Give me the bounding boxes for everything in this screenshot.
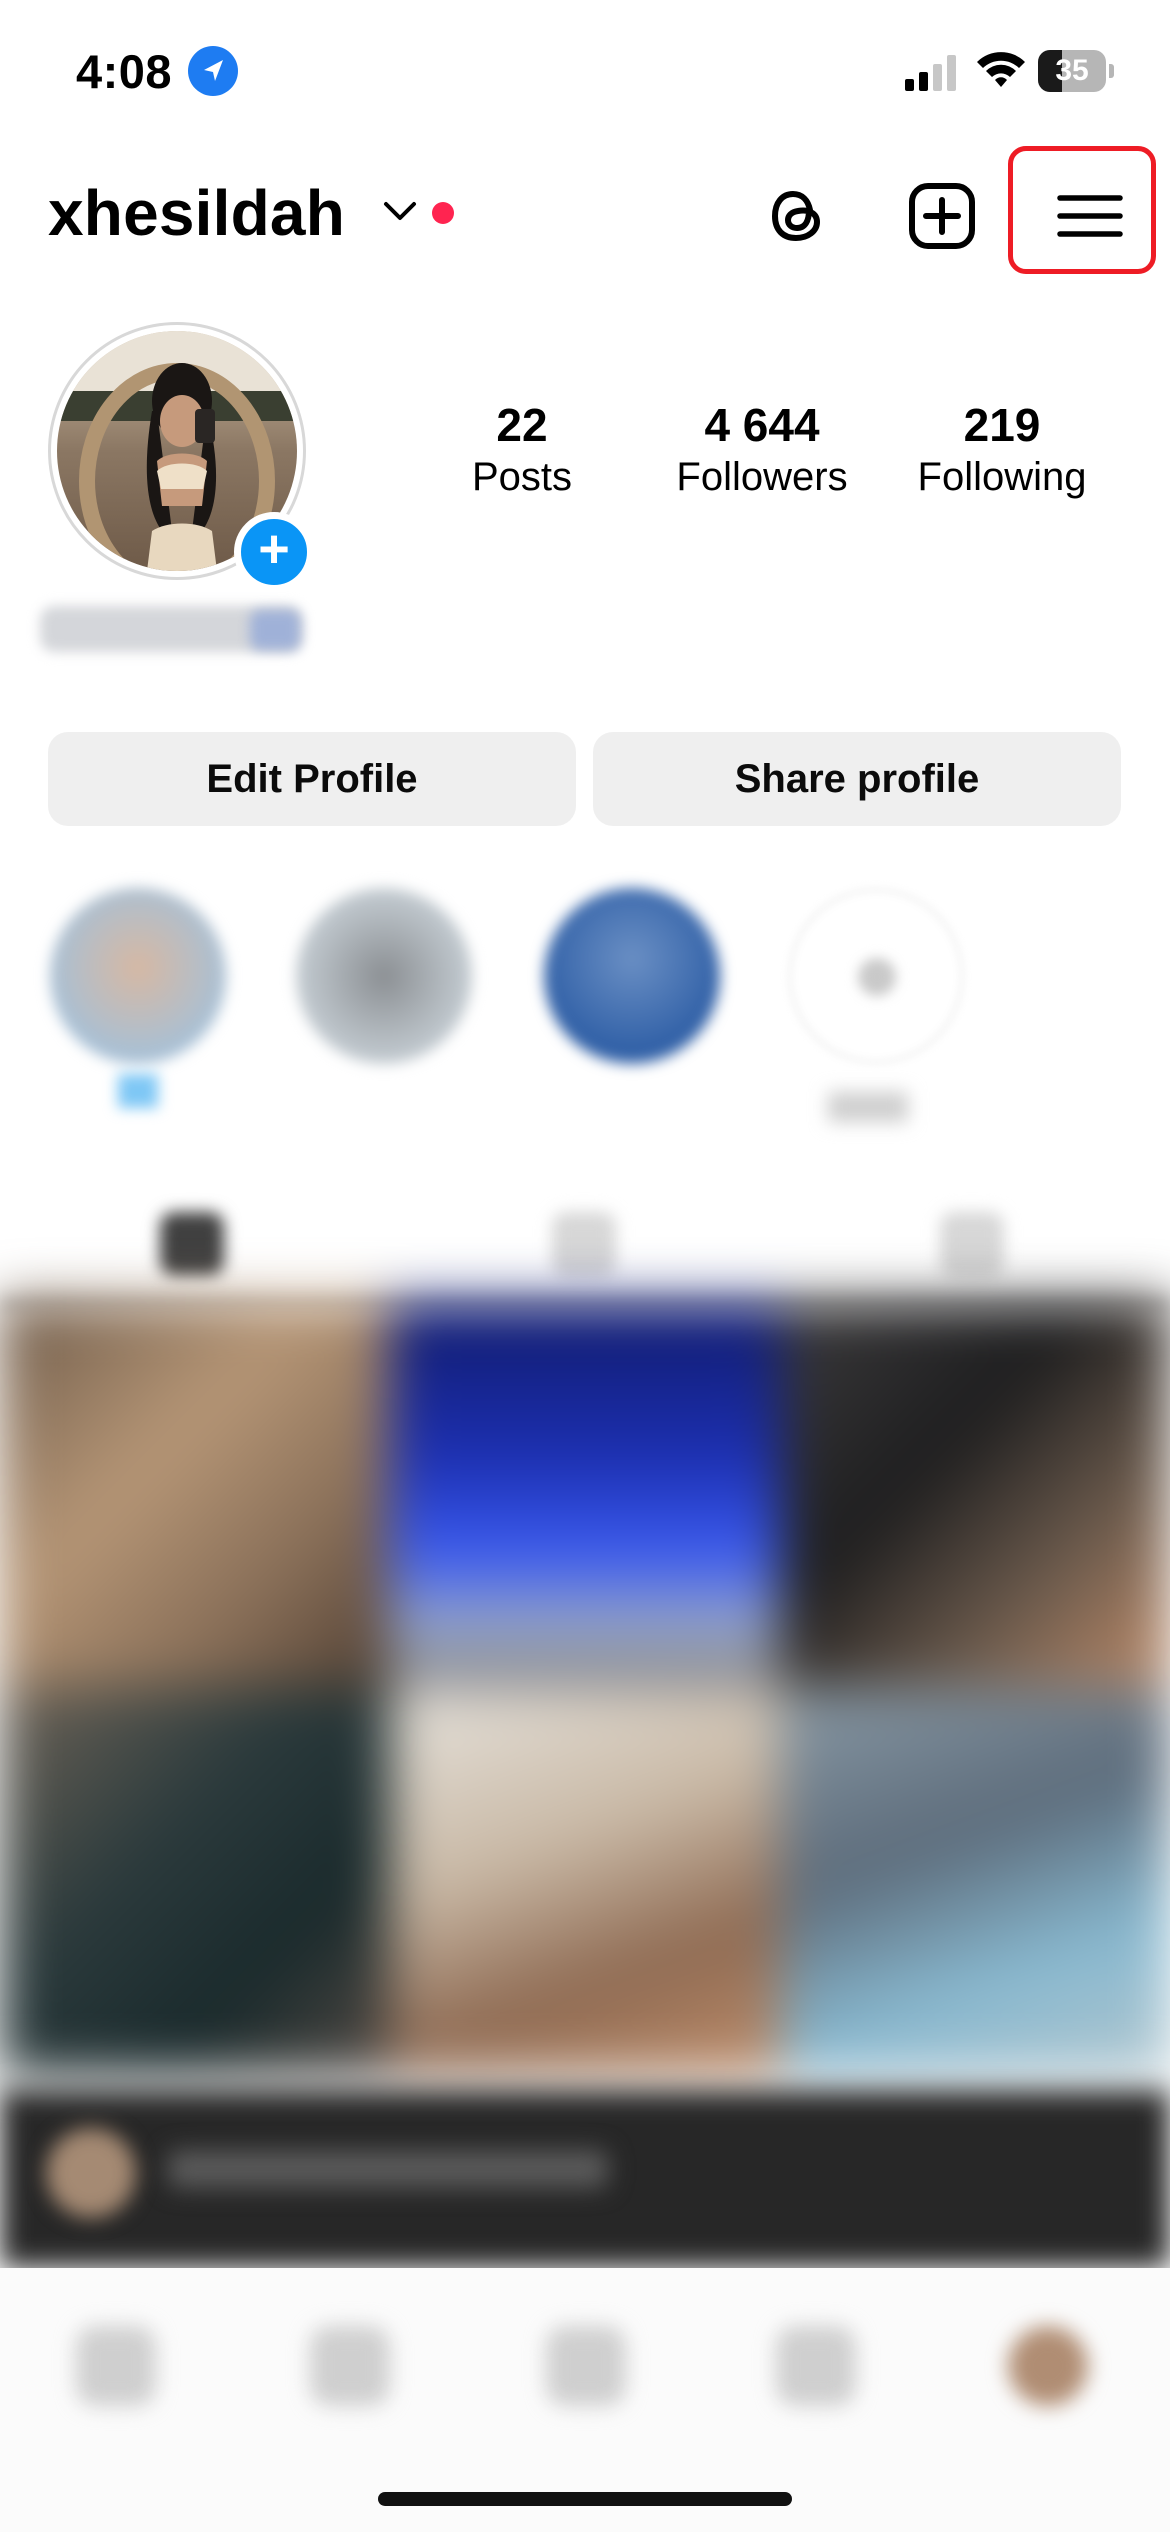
post-grid xyxy=(0,1300,1170,2100)
cellular-signal-icon xyxy=(905,55,957,91)
story-highlight[interactable] xyxy=(50,888,226,1064)
username-switcher[interactable]: xhesildah xyxy=(48,176,345,250)
battery-icon: 35 xyxy=(1038,50,1114,92)
story-highlight[interactable] xyxy=(296,888,472,1064)
menu-highlight-box xyxy=(1008,146,1156,274)
following-stat[interactable]: 219 Following xyxy=(892,398,1112,502)
battery-level: 35 xyxy=(1055,54,1089,87)
edit-profile-button[interactable]: Edit Profile xyxy=(48,732,576,826)
new-post-icon[interactable] xyxy=(906,180,978,252)
following-label: Following xyxy=(917,455,1087,499)
banner-avatar xyxy=(46,2128,136,2218)
blurred-highlight-label xyxy=(118,1074,158,1108)
add-story-button[interactable]: + xyxy=(234,512,314,592)
post-thumbnail[interactable] xyxy=(780,1300,1170,1688)
chevron-down-icon[interactable] xyxy=(382,196,418,226)
blurred-highlight-label xyxy=(828,1092,908,1122)
notification-dot xyxy=(432,202,454,224)
grid-tab-icon[interactable] xyxy=(160,1212,224,1276)
location-arrow-icon xyxy=(188,46,238,96)
followers-count: 4 644 xyxy=(704,399,820,451)
banner-text xyxy=(168,2150,608,2188)
shop-icon[interactable] xyxy=(776,2326,856,2406)
status-time: 4:08 xyxy=(76,45,173,98)
following-count: 219 xyxy=(963,399,1041,451)
post-thumbnail[interactable] xyxy=(0,1300,390,1688)
posts-count: 22 xyxy=(496,399,548,451)
post-thumbnail[interactable] xyxy=(390,1300,780,1688)
post-thumbnail[interactable] xyxy=(780,1688,1170,2076)
tagged-tab-icon[interactable] xyxy=(940,1212,1004,1276)
wifi-icon xyxy=(975,48,1027,90)
posts-label: Posts xyxy=(471,455,573,499)
posts-stat[interactable]: 22 Posts xyxy=(412,398,632,502)
followers-label: Followers xyxy=(676,455,848,499)
profile-tab-avatar[interactable] xyxy=(1008,2326,1088,2406)
reels-icon[interactable] xyxy=(546,2326,626,2406)
reels-tab-icon[interactable] xyxy=(552,1212,616,1276)
followers-stat[interactable]: 4 644 Followers xyxy=(652,398,872,502)
post-thumbnail[interactable] xyxy=(390,1688,780,2076)
home-icon[interactable] xyxy=(76,2326,156,2406)
share-profile-button[interactable]: Share profile xyxy=(593,732,1121,826)
threads-icon[interactable] xyxy=(762,180,834,252)
home-indicator xyxy=(378,2492,792,2506)
plus-icon xyxy=(858,958,896,996)
story-highlight[interactable] xyxy=(544,888,720,1064)
blurred-display-name-emoji xyxy=(250,610,300,650)
search-icon[interactable] xyxy=(310,2326,390,2406)
post-thumbnail[interactable] xyxy=(0,1688,390,2076)
